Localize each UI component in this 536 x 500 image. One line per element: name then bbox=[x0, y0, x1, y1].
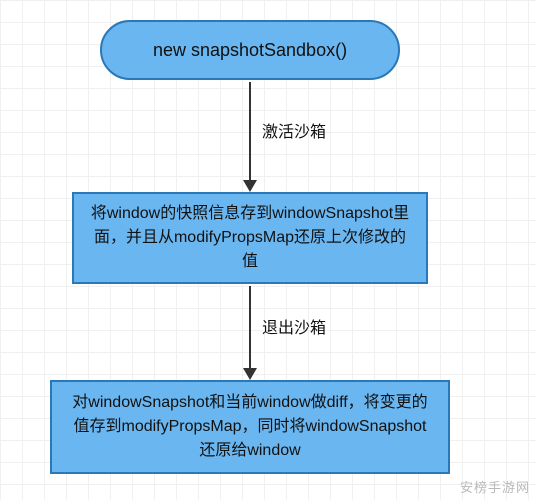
watermark-text: 安榜手游网 bbox=[460, 477, 530, 496]
flow-edge-2-label: 退出沙箱 bbox=[260, 314, 328, 338]
flow-edge-2-line bbox=[249, 286, 251, 368]
flow-edge-1-label: 激活沙箱 bbox=[260, 118, 328, 142]
flow-node-start: new snapshotSandbox() bbox=[100, 20, 400, 80]
flow-node-start-label: new snapshotSandbox() bbox=[153, 37, 347, 64]
flow-node-step2: 对windowSnapshot和当前window做diff，将变更的值存到mod… bbox=[50, 380, 450, 474]
arrow-down-icon bbox=[243, 368, 257, 380]
flow-node-step1-label: 将window的快照信息存到windowSnapshot里面，并且从modify… bbox=[88, 202, 412, 274]
flow-edge-1-line bbox=[249, 82, 251, 180]
arrow-down-icon bbox=[243, 180, 257, 192]
flow-node-step2-label: 对windowSnapshot和当前window做diff，将变更的值存到mod… bbox=[68, 391, 432, 463]
flow-node-step1: 将window的快照信息存到windowSnapshot里面，并且从modify… bbox=[72, 192, 428, 284]
